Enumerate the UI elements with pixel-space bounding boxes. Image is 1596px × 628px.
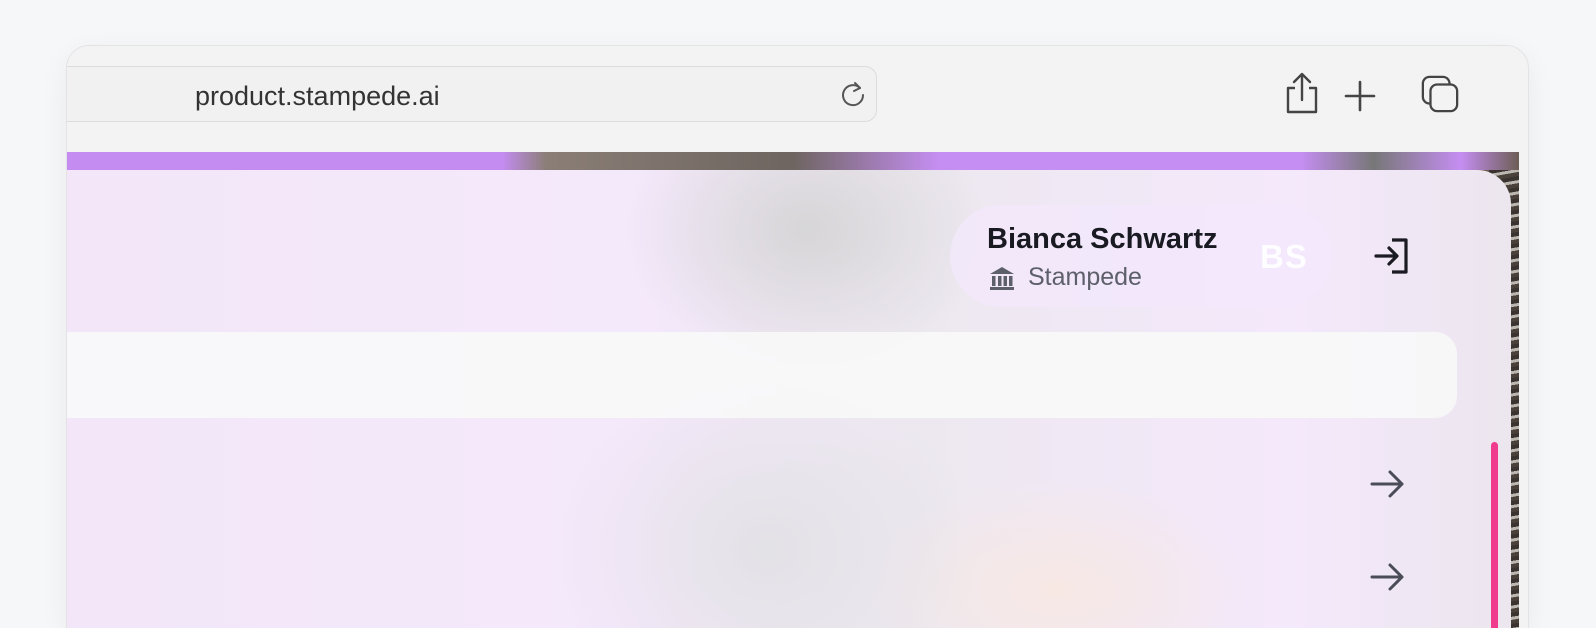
- browser-toolbar: product.stampede.ai: [67, 46, 1519, 152]
- tabs-overview-icon[interactable]: [1420, 72, 1460, 116]
- main-panel: Bianca Schwartz Stampede BS: [67, 170, 1511, 628]
- scroll-accent-bar: [1491, 442, 1498, 628]
- url-text[interactable]: product.stampede.ai: [195, 81, 440, 112]
- user-profile-chip[interactable]: Bianca Schwartz Stampede BS: [950, 205, 1333, 307]
- search-bar[interactable]: [67, 332, 1457, 418]
- address-bar[interactable]: product.stampede.ai: [67, 66, 877, 122]
- new-tab-icon[interactable]: [1340, 74, 1380, 118]
- browser-window: product.stampede.ai Bianca Schwartz Stam…: [67, 46, 1528, 628]
- bank-icon: [990, 267, 1014, 290]
- arrow-right-icon[interactable]: [1368, 466, 1408, 502]
- user-name: Bianca Schwartz: [987, 223, 1218, 255]
- header-background-strip: [67, 152, 1519, 170]
- login-icon[interactable]: [1372, 236, 1412, 276]
- reload-icon[interactable]: [838, 79, 868, 109]
- page-content: Bianca Schwartz Stampede BS: [67, 152, 1519, 628]
- arrow-right-icon[interactable]: [1368, 559, 1408, 595]
- share-icon[interactable]: [1282, 72, 1322, 116]
- avatar[interactable]: BS: [1260, 238, 1308, 276]
- user-organization: Stampede: [1028, 263, 1142, 291]
